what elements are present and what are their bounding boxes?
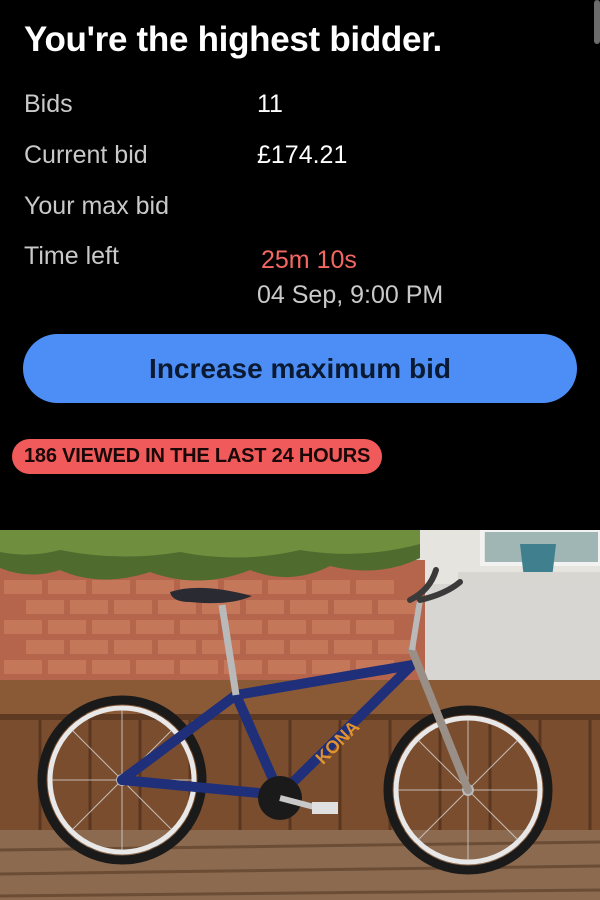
increase-max-bid-button[interactable]: Increase maximum bid [23,334,577,403]
auction-end-time: 04 Sep, 9:00 PM [257,281,444,309]
scrollbar[interactable] [594,0,600,44]
current-bid-value: £174.21 [257,141,348,169]
time-left-value: 25m 10s [261,246,357,274]
bicycle-image: KONA [0,530,600,900]
listing-photo[interactable]: KONA [0,530,600,900]
time-left-label: Time left [24,242,119,270]
max-bid-label: Your max bid [24,192,169,220]
views-badge: 186 VIEWED IN THE LAST 24 HOURS [12,439,383,474]
current-bid-label: Current bid [24,141,148,169]
bids-label: Bids [24,90,73,118]
bids-value: 11 [257,90,283,118]
page-title: You're the highest bidder. [24,20,442,59]
